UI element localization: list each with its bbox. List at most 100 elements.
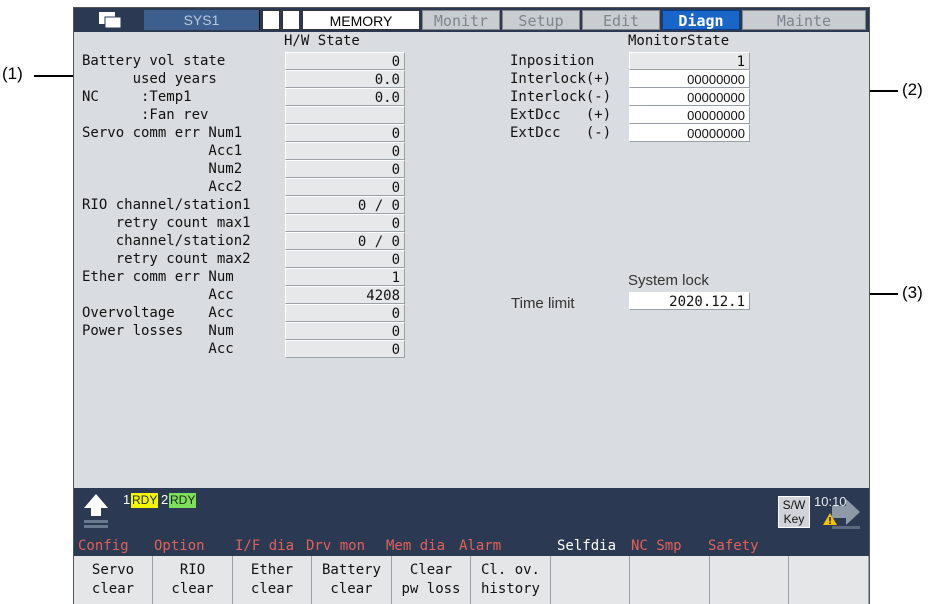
menu-title-drv-mon[interactable]: Drv mon — [306, 537, 365, 555]
hw-label-rio-ch1: RIO channel/station1 — [82, 197, 251, 213]
hw-value-battery: 0 — [285, 52, 405, 70]
monitor-label-extdcc-plus: ExtDcc (+) — [510, 107, 612, 123]
function-key-2-line2: clear — [171, 581, 214, 597]
window-switch-button[interactable] — [78, 10, 142, 30]
hw-value-overvoltage: 0 — [285, 304, 405, 322]
hw-value-rio-retry2: 0 — [285, 250, 405, 268]
system-name-tab[interactable]: SYS1 — [144, 10, 260, 30]
function-key-6-line2: history — [480, 581, 540, 597]
hw-value-rio-retry1: 0 — [285, 214, 405, 232]
hw-value-servo-num1: 0 — [285, 124, 405, 142]
tab-edit[interactable]: Edit — [582, 10, 660, 30]
hw-label-used-years: used years — [82, 71, 217, 87]
hw-label-servo-num1: Servo comm err Num1 — [82, 125, 243, 141]
monitor-label-interlock-minus: Interlock(-) — [510, 89, 612, 105]
monitor-value-interlock-minus: 00000000 — [629, 88, 750, 106]
sw-key-line1: S/W — [782, 498, 806, 512]
function-key-4-line1: Battery — [321, 562, 381, 578]
next-page-arrow-icon[interactable] — [828, 492, 864, 532]
menu-title-alarm[interactable]: Alarm — [459, 537, 501, 555]
function-keys: Servo clear RIO clear Ether clear Battery clear… — [74, 556, 869, 604]
hw-label-overvoltage: Overvoltage Acc — [82, 305, 234, 321]
sw-key-button[interactable]: S/W Key — [778, 496, 810, 528]
tab-mainte[interactable]: Mainte — [742, 10, 866, 30]
function-key-6[interactable]: Cl. ov. history — [472, 556, 551, 604]
hw-value-temp1: 0.0 — [285, 88, 405, 106]
monitor-label-extdcc-minus: ExtDcc (-) — [510, 125, 612, 141]
function-key-5-line1: Clear — [409, 562, 453, 578]
callout-2: (2) — [902, 80, 923, 99]
menu-title-mem-dia[interactable]: Mem dia — [386, 537, 445, 555]
hw-label-battery: Battery vol state — [82, 53, 226, 69]
status-bar: 1 RDY 2 RDY S/W Key 10:10 — [74, 488, 869, 536]
hw-label-rio-retry1: retry count max1 — [82, 215, 251, 231]
function-key-7[interactable] — [551, 556, 630, 604]
hw-label-power-num: Power losses Num — [82, 323, 234, 339]
function-key-8[interactable] — [631, 556, 710, 604]
function-key-5-line2: pw loss — [401, 581, 461, 597]
hw-value-power-acc: 0 — [285, 340, 405, 358]
top-tab-bar: SYS1 MEMORY Monitr Setup Edit Diagn Main… — [74, 8, 869, 32]
hw-value-ether-num: 1 — [285, 268, 405, 286]
function-key-4-line2: clear — [330, 581, 373, 597]
part-system-2-number: 2 — [161, 492, 169, 507]
hw-value-rio-ch1: 0 / 0 — [285, 196, 405, 214]
scroll-up-icon[interactable] — [80, 492, 112, 532]
function-key-3-line1: Ether — [250, 562, 294, 578]
hw-label-rio-ch2: channel/station2 — [82, 233, 251, 249]
menu-title-selfdia[interactable]: Selfdia — [557, 537, 616, 555]
function-key-2-line1: RIO — [179, 562, 206, 578]
hw-label-ether-num: Ether comm err Num — [82, 269, 234, 285]
hw-value-fan-rev — [285, 106, 405, 124]
time-limit-label: Time limit — [511, 295, 575, 312]
window-switch-icon — [99, 12, 122, 29]
tab-setup[interactable]: Setup — [502, 10, 580, 30]
hw-value-used-years: 0.0 — [285, 70, 405, 88]
function-key-3-line2: clear — [250, 581, 294, 597]
part-system-1-status: RDY — [131, 493, 159, 508]
function-key-1-line2: clear — [91, 581, 135, 597]
time-limit-value: 2020.12.1 — [629, 292, 750, 310]
function-key-6-line1: Cl. ov. — [480, 562, 540, 578]
callout-1: (1) — [2, 64, 23, 83]
monitor-label-interlock-plus: Interlock(+) — [510, 71, 612, 87]
part-system-2-status: RDY — [169, 493, 197, 508]
hw-value-servo-acc1: 0 — [285, 142, 405, 160]
monitor-state-title: MonitorState — [628, 33, 730, 49]
mode-tab: MEMORY — [302, 10, 420, 30]
hw-value-servo-acc2: 0 — [285, 178, 405, 196]
system-lock-title: System lock — [628, 272, 709, 289]
menu-title-safety[interactable]: Safety — [708, 537, 759, 555]
tab-diagn[interactable]: Diagn — [662, 10, 740, 30]
menu-title-i-f-dia[interactable]: I/F dia — [235, 537, 294, 555]
function-key-5[interactable]: Clear pw loss — [392, 556, 471, 604]
hw-label-rio-retry2: retry count max2 — [82, 251, 251, 267]
hw-label-servo-acc2: Acc2 — [82, 179, 243, 195]
function-key-3[interactable]: Ether clear — [233, 556, 312, 604]
main-panel: H/W State MonitorState Battery vol state… — [74, 32, 869, 488]
hw-value-power-num: 0 — [285, 322, 405, 340]
menu-title-option[interactable]: Option — [154, 537, 205, 555]
monitor-value-interlock-plus: 00000000 — [629, 70, 750, 88]
monitor-value-inposition: 1 — [629, 52, 750, 70]
hw-label-power-acc: Acc — [82, 341, 234, 357]
hw-value-rio-ch2: 0 / 0 — [285, 232, 405, 250]
part-system-1-number: 1 — [123, 492, 131, 507]
hw-state-title: H/W State — [284, 33, 360, 49]
monitor-value-extdcc-plus: 00000000 — [629, 106, 750, 124]
menu-title-nc-smp[interactable]: NC Smp — [631, 537, 682, 555]
nc-screen: SYS1 MEMORY Monitr Setup Edit Diagn Main… — [73, 7, 870, 604]
function-key-10[interactable] — [790, 556, 869, 604]
function-key-4[interactable]: Battery clear — [313, 556, 392, 604]
menu-title-config[interactable]: Config — [78, 537, 129, 555]
hw-label-ether-acc: Acc — [82, 287, 234, 303]
hw-value-ether-acc: 4208 — [285, 286, 405, 304]
menu-title-row: Config Option I/F dia Drv mon Mem dia Alarm Se… — [74, 536, 869, 556]
function-key-1-line1: Servo — [91, 562, 135, 578]
function-key-2[interactable]: RIO clear — [154, 556, 233, 604]
function-key-9[interactable] — [710, 556, 789, 604]
sw-key-line2: Key — [783, 512, 805, 526]
tab-monitr[interactable]: Monitr — [422, 10, 500, 30]
hw-label-temp1: NC :Temp1 — [82, 89, 192, 105]
function-key-1[interactable]: Servo clear — [74, 556, 153, 604]
